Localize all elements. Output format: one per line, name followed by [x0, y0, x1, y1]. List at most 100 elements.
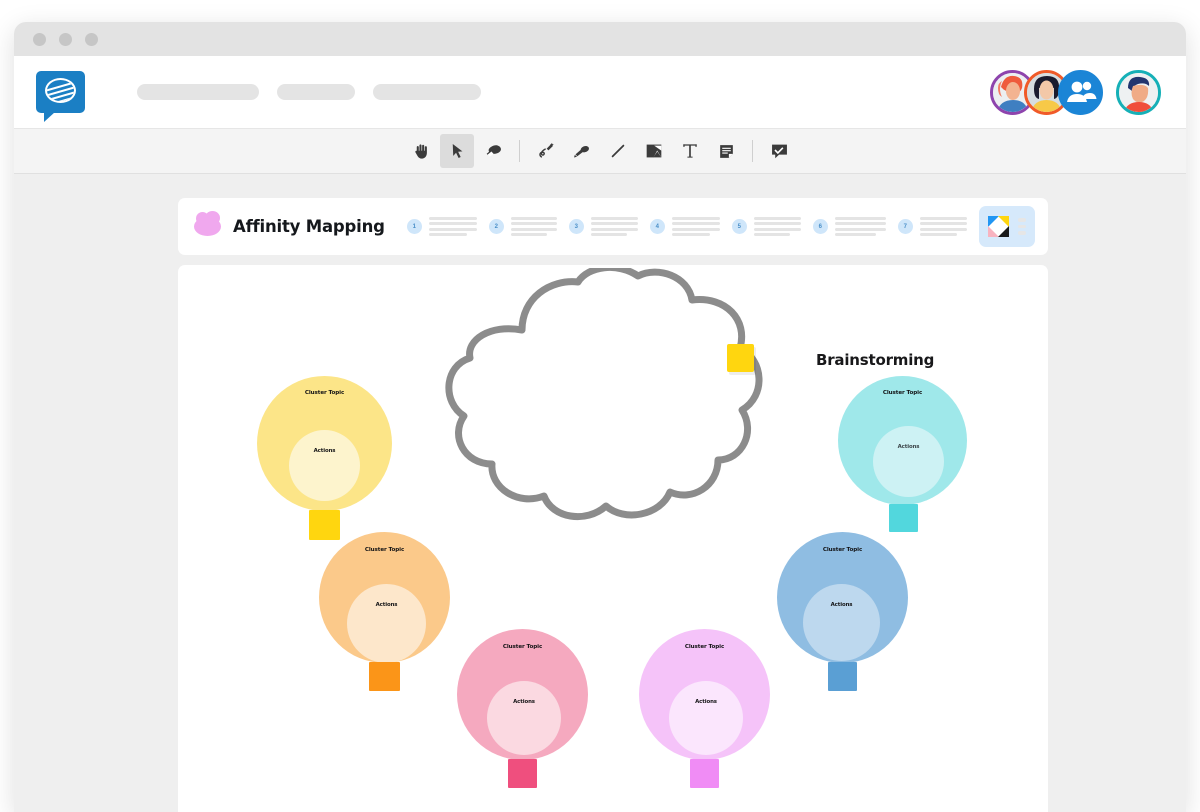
- people-icon: [1061, 72, 1100, 112]
- whiteboard-canvas[interactable]: Affinity Mapping 1 2 3 4 5 6 7 Brainstor…: [14, 174, 1186, 812]
- cursor-icon: [452, 143, 462, 158]
- color-square-glyph: [987, 216, 1009, 237]
- eraser-tool-button[interactable]: [476, 134, 510, 168]
- toolbar-divider-1: [519, 140, 520, 162]
- step-placeholder-lines: [919, 216, 967, 237]
- cluster-cyan[interactable]: Cluster Topic Actions: [838, 376, 967, 536]
- step-number-badge: 2: [488, 219, 504, 234]
- cluster-topic-label: Cluster Topic: [502, 644, 543, 650]
- hand-icon: [414, 143, 427, 159]
- step-item-3[interactable]: 3: [568, 216, 638, 237]
- sticky-note-tool-button[interactable]: [709, 134, 743, 168]
- cloud-label: Brainstorming: [816, 351, 935, 369]
- collaborator-avatar-group: [990, 69, 1161, 115]
- step-item-5[interactable]: 5: [731, 216, 801, 237]
- step-number-badge: 3: [568, 219, 584, 234]
- cluster-inner-circle[interactable]: [487, 681, 561, 755]
- step-number-badge: 4: [649, 219, 665, 234]
- comment-flag-icon: [771, 144, 787, 158]
- cluster-inner-circle[interactable]: [669, 681, 743, 755]
- cluster-tail[interactable]: [369, 662, 400, 691]
- pen-tool-button[interactable]: [529, 134, 563, 168]
- close-window-button[interactable]: [33, 32, 46, 46]
- board-title: Affinity Mapping: [233, 217, 385, 236]
- cluster-magenta[interactable]: Cluster Topic Actions: [639, 629, 770, 791]
- toolbar-divider-2: [752, 140, 753, 162]
- cluster-action-label: Actions: [313, 448, 336, 454]
- step-item-1[interactable]: 1: [406, 216, 477, 237]
- cluster-topic-label: Cluster Topic: [684, 644, 725, 650]
- logo-oval-glyph: [45, 78, 76, 103]
- cluster-pink[interactable]: Cluster Topic Actions: [457, 629, 588, 791]
- pen-icon: [539, 142, 554, 158]
- line-tool-button[interactable]: [601, 134, 635, 168]
- app-header: [14, 56, 1186, 128]
- step-number-badge: 1: [406, 219, 422, 234]
- step-number-badge: 6: [812, 219, 828, 234]
- cluster-action-label: Actions: [830, 602, 853, 608]
- nav-placeholder-group: [137, 84, 481, 100]
- cluster-yellow[interactable]: Cluster Topic Actions: [257, 376, 392, 541]
- cluster-topic-label: Cluster Topic: [882, 390, 923, 396]
- browser-window: Affinity Mapping 1 2 3 4 5 6 7 Brainstor…: [14, 22, 1186, 812]
- pink-cloud-icon: [194, 211, 221, 236]
- step-number-badge: 7: [897, 219, 913, 234]
- window-titlebar: [14, 22, 1186, 56]
- shapes-icon: [646, 144, 662, 158]
- text-tool-button[interactable]: [673, 134, 707, 168]
- cluster-topic-label: Cluster Topic: [364, 547, 405, 553]
- cluster-action-label: Actions: [695, 699, 717, 705]
- cluster-topic-label: Cluster Topic: [304, 390, 345, 396]
- avatar-add-people-button[interactable]: [1058, 69, 1103, 115]
- text-icon: [683, 144, 697, 158]
- yellow-sticky-note[interactable]: [727, 344, 754, 372]
- step-item-2[interactable]: 2: [488, 216, 557, 237]
- step-placeholder-lines: [834, 216, 886, 237]
- step-placeholder-lines: [753, 216, 801, 237]
- hand-tool-button[interactable]: [404, 134, 438, 168]
- step-placeholder-lines: [510, 216, 557, 237]
- cluster-action-label: Actions: [375, 602, 398, 608]
- sticky-note-icon: [719, 144, 733, 158]
- cluster-tail[interactable]: [690, 759, 719, 788]
- cluster-tail[interactable]: [828, 662, 857, 691]
- board-surface[interactable]: Brainstorming Cluster Topic Actions Clus…: [178, 265, 1048, 812]
- app-logo-icon[interactable]: [36, 71, 85, 122]
- step-list: 1 2 3 4 5 6 7: [406, 216, 979, 237]
- cluster-blue[interactable]: Cluster Topic Actions: [777, 532, 908, 694]
- cluster-orange[interactable]: Cluster Topic Actions: [319, 532, 450, 694]
- step-placeholder-lines: [428, 216, 477, 237]
- board-header-card: Affinity Mapping 1 2 3 4 5 6 7: [178, 198, 1048, 255]
- step-item-6[interactable]: 6: [812, 216, 886, 237]
- template-thumbnail-button[interactable]: [978, 206, 1035, 247]
- maximize-window-button[interactable]: [85, 32, 98, 46]
- comment-tool-button[interactable]: [762, 134, 796, 168]
- cluster-inner-circle[interactable]: [289, 430, 360, 501]
- step-item-4[interactable]: 4: [649, 216, 720, 237]
- button-placeholder-lines: [1017, 218, 1026, 235]
- brainstorming-cloud[interactable]: Brainstorming: [426, 265, 934, 563]
- cursor-tool-button[interactable]: [440, 134, 474, 168]
- avatar-current-user[interactable]: [1116, 69, 1161, 115]
- nav-placeholder-1[interactable]: [137, 84, 259, 100]
- cloud-shape: [445, 265, 763, 521]
- step-placeholder-lines: [590, 216, 638, 237]
- cluster-inner-circle[interactable]: [347, 584, 426, 663]
- cluster-action-label: Actions: [897, 444, 920, 450]
- cluster-inner-circle[interactable]: [803, 584, 880, 661]
- shapes-tool-button[interactable]: [637, 134, 671, 168]
- cluster-topic-label: Cluster Topic: [822, 547, 863, 553]
- nav-placeholder-2[interactable]: [277, 84, 355, 100]
- cluster-tail[interactable]: [508, 759, 537, 788]
- step-item-7[interactable]: 7: [897, 216, 967, 237]
- minimize-window-button[interactable]: [59, 32, 72, 46]
- highlighter-icon: [574, 145, 589, 158]
- cluster-action-label: Actions: [513, 699, 535, 705]
- cluster-inner-circle[interactable]: [873, 426, 944, 497]
- cluster-tail[interactable]: [889, 504, 918, 532]
- color-square-icon: [987, 216, 1009, 237]
- highlighter-tool-button[interactable]: [565, 134, 599, 168]
- nav-placeholder-3[interactable]: [373, 84, 481, 100]
- avatar-current-user-image: [1119, 72, 1158, 112]
- step-number-badge: 5: [731, 219, 747, 234]
